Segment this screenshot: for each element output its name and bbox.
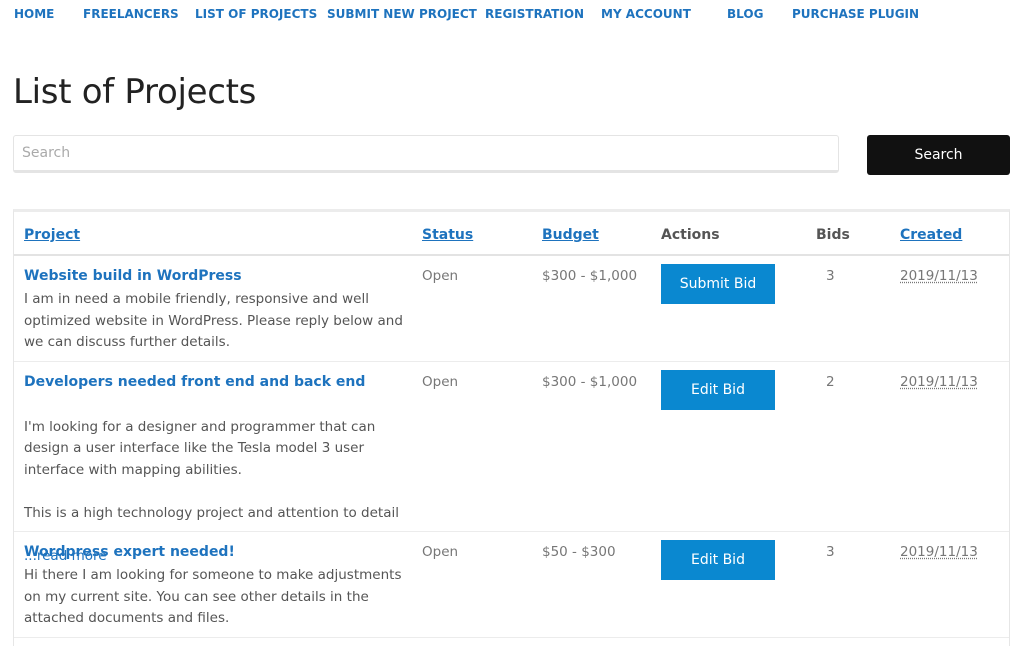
bids-count: 2 — [826, 374, 835, 390]
nav-blog[interactable]: BLOG — [727, 7, 763, 21]
status-cell: Open — [422, 374, 459, 390]
submit-bid-button[interactable]: Submit Bid — [661, 264, 775, 304]
project-description: I am in need a mobile friendly, responsi… — [24, 291, 403, 350]
edit-bid-button[interactable]: Edit Bid — [661, 370, 775, 410]
table-row: Wordpress expert needed! Hi there I am l… — [14, 532, 1009, 638]
status-cell: Open — [422, 268, 459, 284]
table-row: Website build in WordPress I am in need … — [14, 256, 1009, 362]
project-title-link[interactable]: Developers needed front end and back end — [24, 374, 365, 390]
created-date: 2019/11/13 — [900, 374, 978, 390]
nav-submit-new-project[interactable]: SUBMIT NEW PROJECT — [327, 7, 477, 21]
nav-home[interactable]: HOME — [14, 7, 54, 21]
nav-list-of-projects[interactable]: LIST OF PROJECTS — [195, 7, 317, 21]
table-header: Project Status Budget Actions Bids Creat… — [14, 212, 1009, 256]
bids-count: 3 — [826, 544, 835, 560]
budget-cell: $300 - $1,000 — [542, 268, 638, 284]
created-date: 2019/11/13 — [900, 544, 978, 560]
nav-purchase-plugin[interactable]: PURCHASE PLUGIN — [792, 7, 919, 21]
project-title-link[interactable]: Website build in WordPress — [24, 268, 242, 284]
projects-table: Project Status Budget Actions Bids Creat… — [13, 209, 1010, 646]
search-input[interactable] — [13, 135, 839, 173]
search-button[interactable]: Search — [867, 135, 1010, 175]
header-status[interactable]: Status — [422, 227, 473, 243]
header-budget[interactable]: Budget — [542, 227, 599, 243]
table-row: Developers needed front end and back end… — [14, 362, 1009, 564]
project-description: Hi there I am looking for someone to mak… — [24, 567, 402, 626]
bids-count: 3 — [826, 268, 835, 284]
status-cell: Open — [422, 544, 459, 560]
header-actions: Actions — [661, 227, 720, 243]
nav-registration[interactable]: REGISTRATION — [485, 7, 584, 21]
header-bids: Bids — [816, 227, 850, 243]
budget-cell: $300 - $1,000 — [542, 374, 638, 390]
top-navigation: HOME FREELANCERS LIST OF PROJECTS SUBMIT… — [0, 0, 1024, 30]
nav-freelancers[interactable]: FREELANCERS — [83, 7, 179, 21]
edit-bid-button[interactable]: Edit Bid — [661, 540, 775, 580]
nav-my-account[interactable]: MY ACCOUNT — [601, 7, 691, 21]
project-title-link[interactable]: Wordpress expert needed! — [24, 544, 235, 560]
created-date: 2019/11/13 — [900, 268, 978, 284]
header-project[interactable]: Project — [24, 227, 80, 243]
budget-cell: $50 - $300 — [542, 544, 616, 560]
header-created[interactable]: Created — [900, 227, 962, 243]
project-description-text: I'm looking for a designer and programme… — [24, 418, 399, 521]
page-title: List of Projects — [13, 72, 257, 112]
